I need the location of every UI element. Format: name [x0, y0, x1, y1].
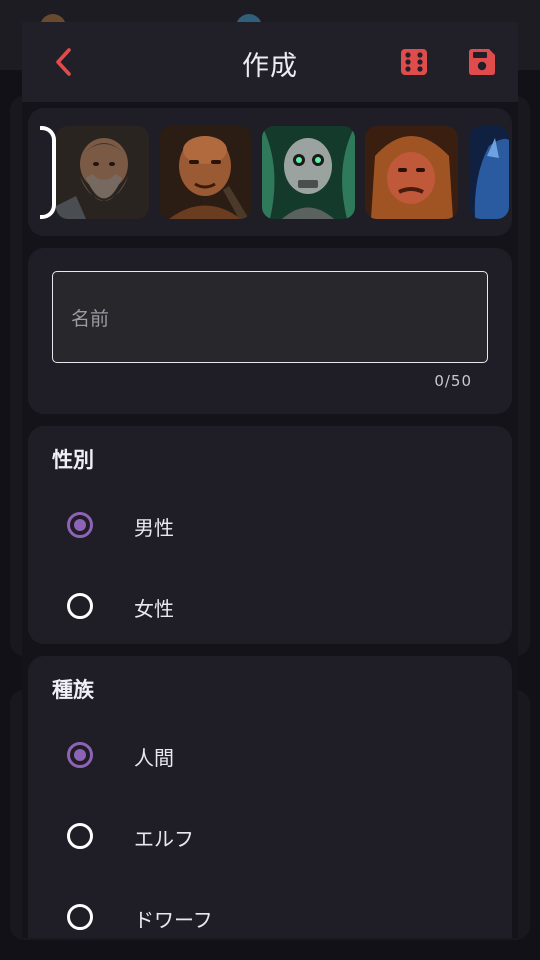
bearded-dwarf-portrait[interactable]: [56, 126, 149, 219]
bald-warrior-portrait[interactable]: [159, 126, 252, 219]
dice-icon: [401, 49, 427, 75]
blue-creature-portrait[interactable]: [469, 126, 509, 219]
header-bar: 作成: [22, 22, 518, 102]
gender-option-label: 女性: [134, 597, 174, 621]
race-option-elf[interactable]: エルフ: [52, 808, 492, 864]
undead-skull-portrait[interactable]: [262, 126, 355, 219]
race-option-label: 人間: [134, 746, 174, 770]
create-character-sheet: 作成 名前 0/50 性別 男性 女性 種族 人間 エルフ ドワーフ: [22, 22, 518, 938]
gender-option-male[interactable]: 男性: [52, 497, 492, 553]
name-section: 名前 0/50: [28, 248, 512, 414]
gender-title: 性別: [52, 448, 94, 472]
race-option-human[interactable]: 人間: [52, 727, 492, 783]
page-title: 作成: [242, 51, 298, 82]
character-counter: 0/50: [434, 372, 472, 390]
radio-selected-icon[interactable]: [67, 742, 93, 768]
save-button[interactable]: [464, 44, 500, 80]
name-placeholder: 名前: [71, 308, 110, 330]
hooded-ogre-portrait[interactable]: [365, 126, 458, 219]
race-section: 種族 人間 エルフ ドワーフ: [28, 656, 512, 938]
selected-portrait-frame: [40, 126, 56, 219]
floppy-save-icon: [469, 49, 495, 75]
radio-unselected-icon[interactable]: [67, 904, 93, 930]
randomize-button[interactable]: [396, 44, 432, 80]
radio-unselected-icon[interactable]: [67, 593, 93, 619]
name-input[interactable]: 名前: [52, 271, 488, 363]
gender-option-female[interactable]: 女性: [52, 578, 492, 634]
gender-option-label: 男性: [134, 516, 174, 540]
radio-unselected-icon[interactable]: [67, 823, 93, 849]
portrait-carousel[interactable]: [28, 108, 512, 236]
race-option-dwarf[interactable]: ドワーフ: [52, 889, 492, 938]
race-option-label: ドワーフ: [134, 908, 213, 932]
radio-selected-icon[interactable]: [67, 512, 93, 538]
race-title: 種族: [52, 678, 94, 702]
gender-section: 性別 男性 女性: [28, 426, 512, 644]
race-option-label: エルフ: [134, 827, 194, 851]
